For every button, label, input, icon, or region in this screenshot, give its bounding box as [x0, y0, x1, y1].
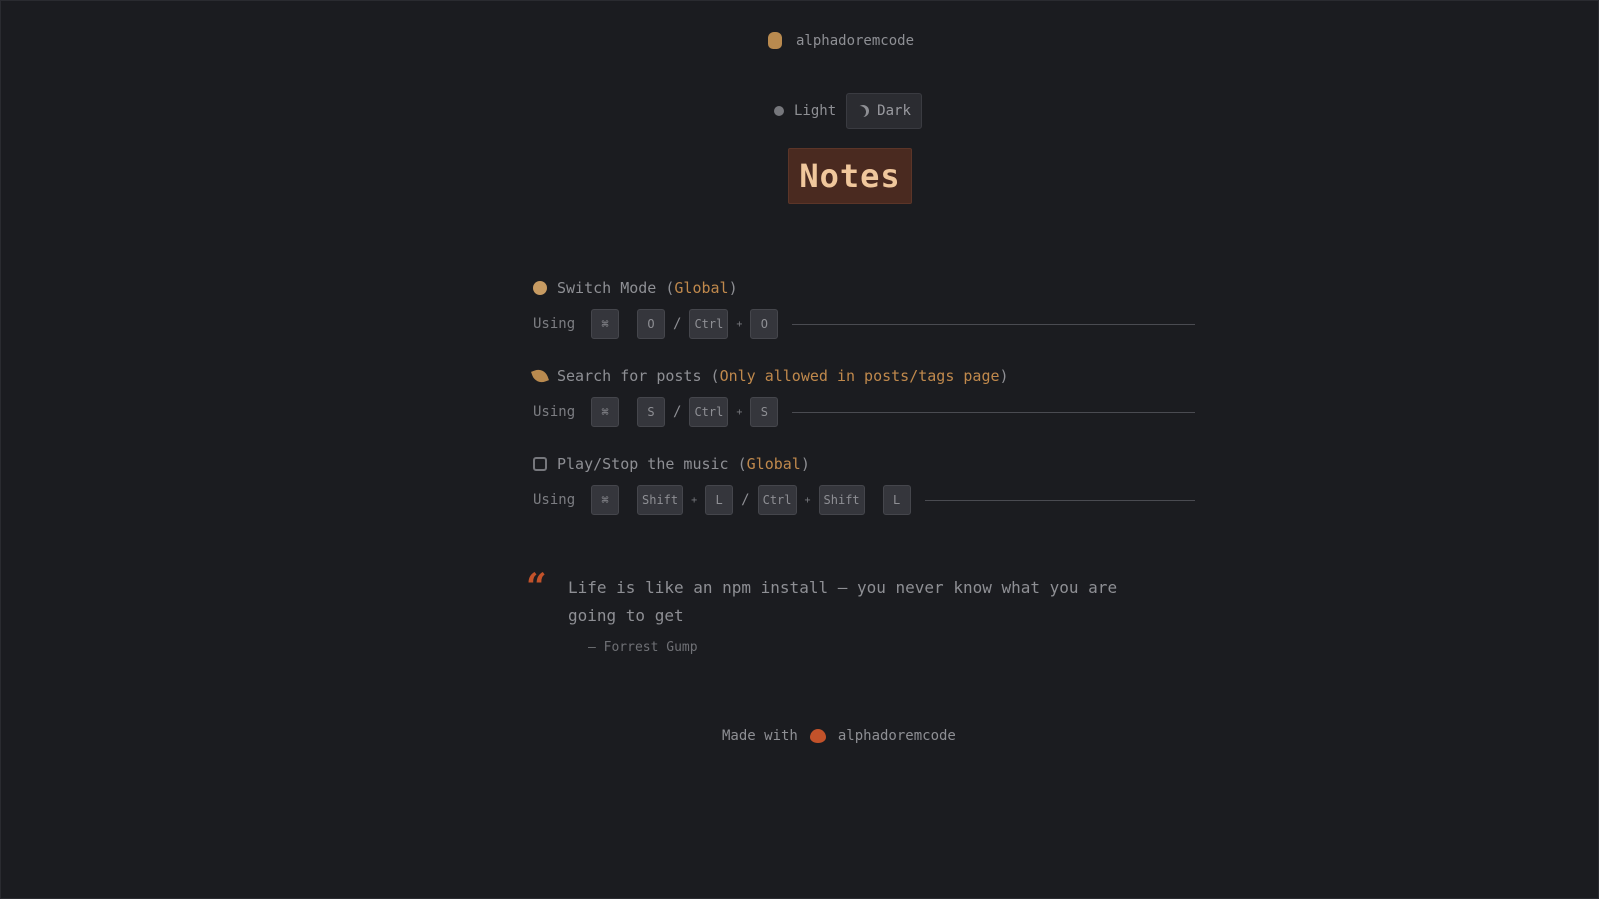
sun-icon	[774, 106, 784, 116]
footer: Made with alphadoremcode	[722, 728, 956, 744]
using-label: Using	[533, 316, 576, 332]
brand-name[interactable]: alphadoremcode	[796, 33, 914, 49]
quote-author: — Forrest Gump	[588, 640, 698, 655]
shortcut-list: Switch Mode (Global) Using ⌘ O / Ctrl + …	[531, 276, 1195, 540]
key-l: L	[882, 485, 911, 515]
key-ctrl: Ctrl	[757, 485, 797, 515]
search-icon	[531, 367, 549, 385]
key-shift: Shift	[637, 485, 684, 515]
shortcut-scope: Global	[746, 455, 801, 473]
theme-light-label: Light	[794, 103, 837, 119]
heart-icon	[809, 729, 826, 743]
plus-sign: +	[804, 494, 811, 506]
divider	[792, 411, 1195, 413]
using-label: Using	[533, 492, 576, 508]
mode-icon	[533, 281, 547, 295]
separator-slash: /	[741, 492, 750, 508]
shortcut-scope: Global	[674, 279, 729, 297]
key-s: S	[750, 397, 779, 427]
key-cmd: ⌘	[591, 397, 619, 427]
theme-light-button[interactable]: Light	[774, 103, 836, 119]
theme-dark-button[interactable]: Dark	[846, 93, 922, 129]
plus-sign: +	[691, 494, 698, 506]
brand-logo-icon	[768, 32, 782, 49]
separator-slash: /	[673, 316, 682, 332]
shortcut-close: )	[728, 279, 738, 297]
key-l: L	[705, 485, 734, 515]
key-cmd: ⌘	[591, 309, 619, 339]
shortcut-scope: Only allowed in posts/tags page	[719, 367, 1000, 385]
shortcut-switch-mode: Switch Mode (Global) Using ⌘ O / Ctrl + …	[533, 276, 1195, 364]
shortcut-label: Search for posts (	[557, 367, 720, 385]
music-icon	[533, 457, 547, 471]
header-brand[interactable]: alphadoremcode	[768, 32, 914, 49]
key-shift: Shift	[818, 485, 865, 515]
quote-mark-icon: “	[526, 566, 547, 608]
shortcut-label: Switch Mode (	[557, 279, 675, 297]
page-title: Notes	[788, 148, 912, 204]
plus-sign: +	[736, 406, 743, 418]
key-s: S	[637, 397, 665, 427]
using-label: Using	[533, 404, 576, 420]
key-o: O	[637, 309, 665, 339]
footer-author-link[interactable]: alphadoremcode	[838, 728, 956, 744]
divider	[792, 323, 1195, 325]
key-ctrl: Ctrl	[689, 397, 729, 427]
quote-text: Life is like an npm install — you never …	[568, 578, 1118, 625]
shortcut-label: Play/Stop the music (	[557, 455, 747, 473]
theme-switcher: Light Dark	[774, 93, 922, 129]
shortcut-close: )	[800, 455, 810, 473]
key-cmd: ⌘	[591, 485, 619, 515]
quote-block: “ Life is like an npm install — you neve…	[526, 566, 1166, 655]
plus-sign: +	[736, 318, 743, 330]
shortcut-search-posts: Search for posts (Only allowed in posts/…	[531, 364, 1195, 452]
footer-made-with: Made with	[722, 728, 798, 744]
shortcut-close: )	[999, 367, 1009, 385]
moon-icon	[857, 105, 869, 117]
key-ctrl: Ctrl	[689, 309, 729, 339]
divider	[924, 499, 1195, 501]
theme-dark-label: Dark	[877, 103, 911, 119]
separator-slash: /	[673, 404, 682, 420]
key-o: O	[750, 309, 779, 339]
shortcut-play-music: Play/Stop the music (Global) Using ⌘ Shi…	[533, 452, 1195, 540]
